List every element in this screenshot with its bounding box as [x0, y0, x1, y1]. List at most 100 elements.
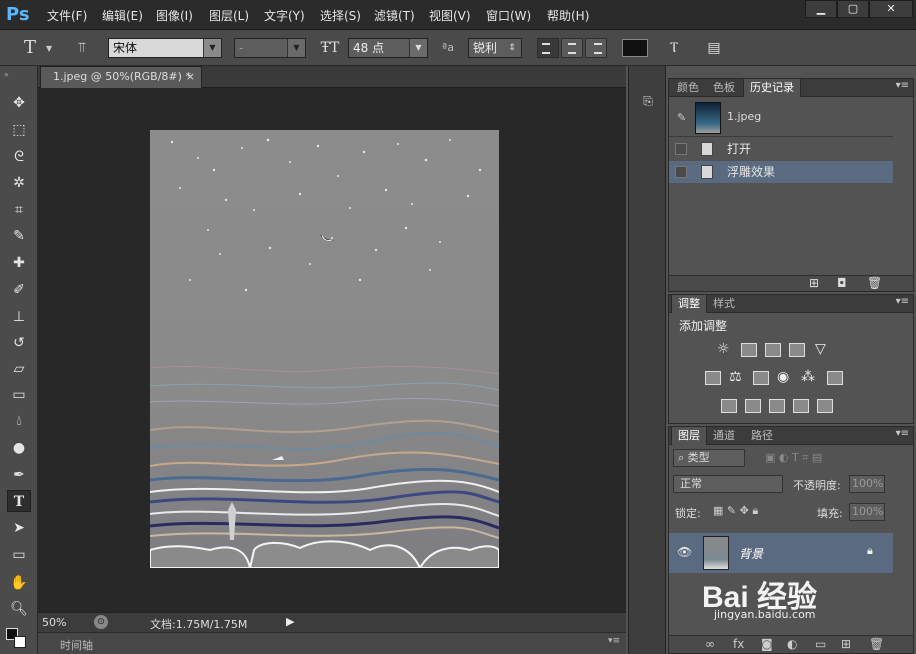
- trash-icon[interactable]: 🗑︎: [867, 276, 882, 290]
- document-tab[interactable]: 1.jpeg @ 50%(RGB/8#) * ×: [40, 66, 202, 88]
- opacity-field[interactable]: 100%: [849, 475, 885, 493]
- layer-mask-icon[interactable]: ◙: [761, 637, 773, 651]
- link-layers-icon[interactable]: ∞: [705, 637, 715, 651]
- black-white-icon[interactable]: [753, 371, 769, 385]
- tab-swatches[interactable]: 色板: [707, 79, 741, 97]
- gradient-map-icon[interactable]: [817, 399, 833, 413]
- photo-filter-icon[interactable]: ◉: [777, 369, 789, 385]
- selective-color-icon[interactable]: [793, 399, 809, 413]
- history-brush-tool-icon[interactable]: ↺: [7, 332, 31, 354]
- align-right-button[interactable]: [585, 38, 607, 58]
- menu-file[interactable]: 文件(F): [47, 7, 87, 25]
- background-color-swatch[interactable]: [14, 636, 26, 648]
- close-tab-icon[interactable]: ×: [186, 67, 195, 87]
- history-checkbox[interactable]: [675, 143, 687, 155]
- history-brush-source-icon[interactable]: ✎: [677, 111, 686, 124]
- eye-icon[interactable]: 👁︎: [677, 545, 692, 559]
- zoom-level[interactable]: 50%: [42, 616, 66, 629]
- layer-style-icon[interactable]: fx: [733, 637, 744, 651]
- color-balance-icon[interactable]: ⚖: [729, 369, 742, 385]
- toggle-text-orientation-icon[interactable]: ⫪: [72, 38, 92, 58]
- eraser-tool-icon[interactable]: ▱: [7, 358, 31, 380]
- image-canvas[interactable]: [150, 130, 499, 568]
- menu-window[interactable]: 窗口(W): [486, 7, 531, 25]
- collapse-icon[interactable]: »: [4, 70, 9, 79]
- chevron-down-icon[interactable]: ▼: [46, 44, 52, 53]
- adjustment-layer-icon[interactable]: ◐: [787, 637, 797, 651]
- channel-mixer-icon[interactable]: ⁂: [801, 369, 815, 385]
- menu-view[interactable]: 视图(V): [429, 7, 471, 25]
- marquee-tool-icon[interactable]: ⬚: [7, 119, 31, 141]
- folder-icon[interactable]: ▭: [815, 637, 826, 651]
- history-item[interactable]: 浮雕效果: [669, 161, 893, 183]
- tab-history[interactable]: 历史记录: [743, 79, 801, 97]
- trash-icon[interactable]: 🗑︎: [869, 637, 884, 651]
- lasso-tool-icon[interactable]: ᘓ: [7, 146, 31, 168]
- pen-tool-icon[interactable]: ✒: [7, 464, 31, 486]
- curves-icon[interactable]: [765, 343, 781, 357]
- history-snapshot[interactable]: ✎ 1.jpeg: [669, 99, 893, 137]
- zoom-tool-icon[interactable]: 🔍︎: [7, 598, 31, 620]
- new-layer-icon[interactable]: ⊞: [841, 637, 851, 651]
- tab-adjustments[interactable]: 调整: [671, 295, 707, 313]
- levels-icon[interactable]: [741, 343, 757, 357]
- tab-styles[interactable]: 样式: [707, 295, 741, 313]
- hue-saturation-icon[interactable]: [705, 371, 721, 385]
- menu-type[interactable]: 文字(Y): [264, 7, 305, 25]
- panel-menu-icon[interactable]: ▾≡: [896, 80, 909, 91]
- status-menu-icon[interactable]: ⊙: [94, 615, 108, 629]
- clone-stamp-tool-icon[interactable]: ⊥: [7, 306, 31, 328]
- close-button[interactable]: ✕: [869, 0, 913, 18]
- blend-mode-select[interactable]: 正常: [673, 475, 783, 493]
- history-checkbox[interactable]: [675, 166, 687, 178]
- layer-row[interactable]: 👁︎ 背景 🔒︎: [669, 533, 893, 573]
- gradient-tool-icon[interactable]: ▭: [7, 384, 31, 406]
- font-style-select[interactable]: - ▼: [234, 38, 306, 58]
- menu-filter[interactable]: 滤镜(T): [374, 7, 415, 25]
- eyedropper-tool-icon[interactable]: ✎: [7, 225, 31, 247]
- brush-tool-icon[interactable]: ✐: [7, 279, 31, 301]
- menu-edit[interactable]: 编辑(E): [102, 7, 143, 25]
- magic-wand-tool-icon[interactable]: ✲: [7, 172, 31, 194]
- history-item[interactable]: 打开: [669, 138, 893, 160]
- brightness-icon[interactable]: ☼: [717, 341, 730, 357]
- align-center-button[interactable]: [561, 38, 583, 58]
- antialias-select[interactable]: 锐利 ⇕: [468, 38, 522, 58]
- font-family-select[interactable]: 宋体 ▼: [108, 38, 222, 58]
- move-tool-icon[interactable]: ✥: [7, 92, 31, 114]
- menu-help[interactable]: 帮助(H): [547, 7, 589, 25]
- character-panel-icon[interactable]: ▤: [704, 38, 724, 58]
- hand-tool-icon[interactable]: ✋: [7, 572, 31, 594]
- posterize-icon[interactable]: [745, 399, 761, 413]
- tab-color[interactable]: 颜色: [671, 79, 705, 97]
- menu-select[interactable]: 选择(S): [320, 7, 361, 25]
- warp-text-icon[interactable]: Ⲧ: [664, 38, 684, 58]
- healing-brush-tool-icon[interactable]: ✚: [7, 252, 31, 274]
- menu-layer[interactable]: 图层(L): [209, 7, 249, 25]
- font-size-field[interactable]: 48 点 ▼: [348, 38, 428, 58]
- blur-tool-icon[interactable]: 💧︎: [7, 410, 31, 432]
- lock-icons[interactable]: ▦ ✎ ✥ 🔒︎: [713, 504, 758, 518]
- dodge-tool-icon[interactable]: ●: [7, 437, 31, 459]
- panel-menu-icon[interactable]: ▾≡: [608, 636, 620, 646]
- panel-menu-icon[interactable]: ▾≡: [896, 296, 909, 307]
- text-color-swatch[interactable]: [622, 39, 648, 57]
- menu-image[interactable]: 图像(I): [156, 7, 193, 25]
- properties-icon[interactable]: ⎘: [639, 94, 657, 112]
- type-tool-preset-icon[interactable]: T: [20, 38, 40, 58]
- exposure-icon[interactable]: [789, 343, 805, 357]
- timeline-label[interactable]: 时间轴: [60, 637, 93, 653]
- layer-filter-select[interactable]: ⌕ 类型: [673, 449, 745, 467]
- camera-icon[interactable]: ◘: [837, 276, 847, 290]
- tab-channels[interactable]: 通道: [707, 427, 741, 445]
- vibrance-icon[interactable]: ▽: [815, 341, 826, 357]
- invert-icon[interactable]: [721, 399, 737, 413]
- rectangle-tool-icon[interactable]: ▭: [7, 544, 31, 566]
- path-selection-tool-icon[interactable]: ➤: [7, 517, 31, 539]
- panel-menu-icon[interactable]: ▾≡: [896, 428, 909, 439]
- tab-paths[interactable]: 路径: [745, 427, 779, 445]
- status-arrow-icon[interactable]: ▶: [286, 615, 294, 628]
- threshold-icon[interactable]: [769, 399, 785, 413]
- type-tool-icon[interactable]: T: [7, 490, 31, 512]
- minimize-button[interactable]: ▁: [805, 0, 837, 18]
